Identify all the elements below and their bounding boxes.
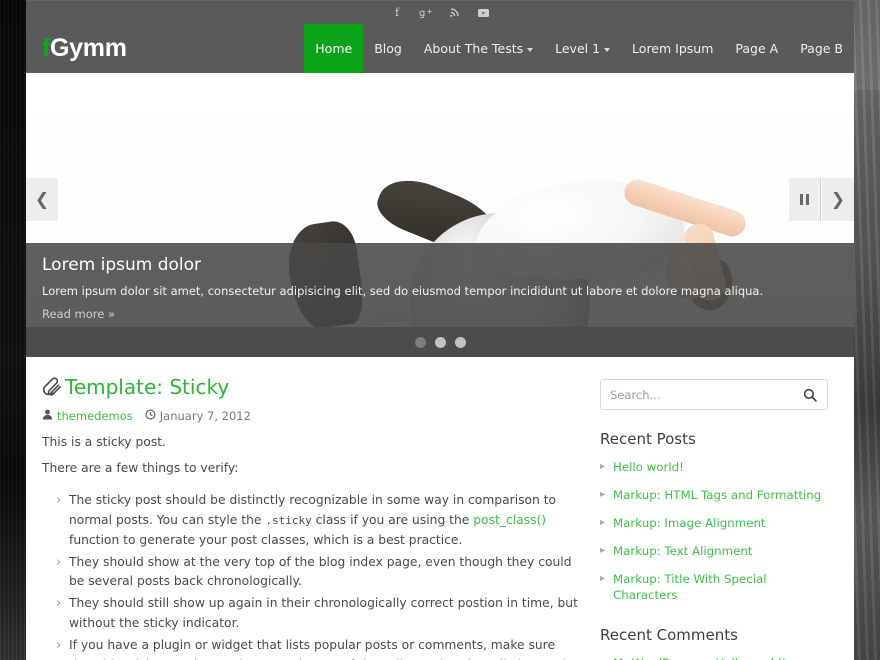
nav-label: About The Tests bbox=[423, 41, 524, 56]
recent-post-link[interactable]: Markup: HTML Tags and Formatting bbox=[613, 488, 821, 502]
slider-prev-button[interactable]: ❮ bbox=[26, 178, 58, 221]
widget-recent-posts: Recent Posts Hello world! Markup: HTML T… bbox=[600, 430, 828, 604]
main-navigation: Home Blog About The Tests Level 1 Lorem … bbox=[304, 24, 854, 73]
hero-slider: ❮ ❯ Lorem ipsum dolor Lorem ipsum dolor … bbox=[26, 73, 854, 327]
post-verify-list: The sticky post should be distinctly rec… bbox=[56, 490, 582, 660]
nav-label: Page A bbox=[735, 41, 779, 56]
search-icon[interactable] bbox=[802, 387, 818, 403]
post-author: themedemos bbox=[42, 409, 133, 423]
slider-pause-button[interactable] bbox=[789, 178, 821, 221]
nav-label: Blog bbox=[374, 41, 402, 56]
user-icon bbox=[42, 409, 53, 423]
slider-next-button[interactable]: ❯ bbox=[822, 178, 854, 221]
site-header: f g + f Gymm Home Blog About The Tests L… bbox=[26, 0, 854, 73]
nav-label: Home bbox=[315, 41, 353, 56]
list-item: Markup: Image Alignment bbox=[600, 516, 828, 532]
recent-post-link[interactable]: Hello world! bbox=[613, 460, 684, 474]
recent-comments-list: Mr WordPress on Hello world! bbox=[600, 656, 828, 660]
comment-author-link[interactable]: Mr WordPress bbox=[613, 656, 693, 660]
search-box[interactable] bbox=[600, 379, 828, 410]
sidebar: Recent Posts Hello world! Markup: HTML T… bbox=[600, 375, 828, 660]
page-wrapper: f g + f Gymm Home Blog About The Tests L… bbox=[26, 0, 854, 660]
paperclip-icon bbox=[42, 377, 62, 397]
slider-caption: Lorem ipsum dolor Lorem ipsum dolor sit … bbox=[26, 243, 854, 327]
slider-dot-1[interactable] bbox=[414, 336, 426, 348]
slider-dot-3[interactable] bbox=[454, 336, 466, 348]
nav-item-blog[interactable]: Blog bbox=[363, 24, 413, 73]
post-paragraph-2: There are a few things to verify: bbox=[42, 460, 239, 475]
logo-f-mark: f bbox=[42, 34, 51, 62]
post-meta: themedemos January 7, 2012 bbox=[42, 409, 582, 423]
post-title-text: Template: Sticky bbox=[65, 375, 230, 399]
chevron-right-icon: ❯ bbox=[830, 189, 846, 210]
nav-label: Lorem Ipsum bbox=[632, 41, 714, 56]
recent-post-link[interactable]: Markup: Text Alignment bbox=[613, 544, 752, 558]
post-date-text: January 7, 2012 bbox=[159, 409, 251, 423]
nav-item-about-the-tests[interactable]: About The Tests bbox=[413, 24, 544, 73]
list-item: Markup: Text Alignment bbox=[600, 544, 828, 560]
post-date: January 7, 2012 bbox=[145, 409, 251, 423]
list-item-text-mid: class if you are using the bbox=[311, 512, 474, 527]
logo-text: Gymm bbox=[50, 34, 127, 62]
list-item-text: They should show at the very top of the … bbox=[69, 554, 572, 589]
widget-recent-comments: Recent Comments Mr WordPress on Hello wo… bbox=[600, 626, 828, 660]
list-item-text: They should still show up again in their… bbox=[69, 596, 578, 631]
recent-posts-list: Hello world! Markup: HTML Tags and Forma… bbox=[600, 460, 828, 604]
chevron-left-icon: ❮ bbox=[34, 189, 50, 210]
list-item: Mr WordPress on Hello world! bbox=[600, 656, 828, 660]
list-item: Hello world! bbox=[600, 460, 828, 476]
list-item-text: If you have a plugin or widget that list… bbox=[69, 638, 581, 660]
google-plus-icon[interactable]: g + bbox=[419, 5, 433, 19]
chevron-down-icon bbox=[527, 47, 534, 52]
slider-read-more-link[interactable]: Read more » bbox=[42, 307, 115, 321]
comment-on-text: on bbox=[697, 656, 712, 660]
nav-item-home[interactable]: Home bbox=[304, 24, 364, 73]
post-list-item: They should still show up again in their… bbox=[56, 593, 582, 634]
nav-item-lorem-ipsum[interactable]: Lorem Ipsum bbox=[621, 24, 724, 73]
nav-label: Page B bbox=[800, 41, 843, 56]
nav-item-page-a[interactable]: Page A bbox=[724, 24, 789, 73]
youtube-icon[interactable] bbox=[477, 5, 491, 19]
social-bar: f g + bbox=[26, 0, 854, 24]
recent-post-link[interactable]: Markup: Title With Special Characters bbox=[613, 572, 767, 602]
slider-dots bbox=[26, 327, 854, 357]
slider-dot-2[interactable] bbox=[434, 336, 446, 348]
widget-title-recent-comments: Recent Comments bbox=[600, 625, 738, 644]
search-input[interactable] bbox=[610, 387, 802, 402]
rss-icon[interactable] bbox=[448, 5, 462, 19]
list-item-text-after: function to generate your post classes, … bbox=[69, 532, 463, 547]
inline-code-sticky: .sticky bbox=[265, 513, 312, 527]
svg-text:+: + bbox=[426, 7, 433, 16]
site-logo[interactable]: f Gymm bbox=[42, 24, 127, 73]
widget-title-recent-posts: Recent Posts bbox=[600, 430, 696, 448]
post-author-link[interactable]: themedemos bbox=[57, 409, 133, 423]
post-list-item: The sticky post should be distinctly rec… bbox=[56, 490, 582, 551]
nav-item-level-1[interactable]: Level 1 bbox=[544, 24, 621, 73]
slider-caption-text: Lorem ipsum dolor sit amet, consectetur … bbox=[42, 284, 764, 298]
facebook-icon[interactable]: f bbox=[390, 5, 404, 19]
nav-label: Level 1 bbox=[555, 41, 601, 56]
slider-caption-title: Lorem ipsum dolor bbox=[42, 255, 202, 275]
svg-text:g: g bbox=[419, 8, 425, 18]
post-class-link[interactable]: post_class() bbox=[473, 513, 546, 527]
post-paragraph-1: This is a sticky post. bbox=[42, 435, 166, 449]
content-area: Template: Sticky themedemos January 7, 2… bbox=[26, 357, 854, 660]
chevron-down-icon bbox=[604, 47, 611, 52]
post-body: This is a sticky post. There are a few t… bbox=[42, 433, 582, 660]
pause-icon bbox=[800, 194, 809, 205]
post-title[interactable]: Template: Sticky bbox=[42, 375, 582, 399]
header-main: fGymm Home Blog About The Tests Level 1 bbox=[26, 24, 854, 73]
clock-icon bbox=[145, 409, 156, 423]
main-column: Template: Sticky themedemos January 7, 2… bbox=[42, 375, 582, 660]
list-item: Markup: HTML Tags and Formatting bbox=[600, 488, 828, 504]
svg-text:f: f bbox=[395, 6, 400, 18]
comment-post-link[interactable]: Hello world! bbox=[715, 656, 786, 660]
post-list-item: They should show at the very top of the … bbox=[56, 552, 582, 593]
nav-item-page-b[interactable]: Page B bbox=[789, 24, 854, 73]
list-item: Markup: Title With Special Characters bbox=[600, 572, 828, 604]
recent-post-link[interactable]: Markup: Image Alignment bbox=[613, 516, 766, 530]
post-list-item: If you have a plugin or widget that list… bbox=[56, 635, 582, 660]
